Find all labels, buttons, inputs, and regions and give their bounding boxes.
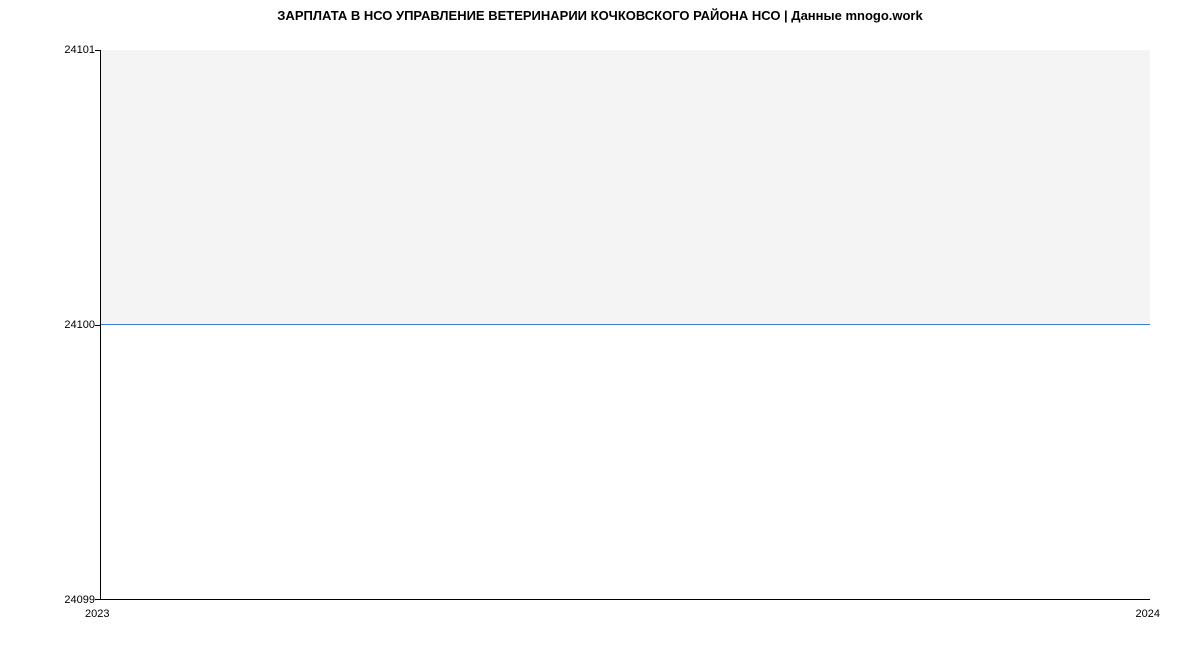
y-tick-label: 24099 [64, 594, 95, 606]
y-tick-label: 24100 [64, 319, 95, 331]
y-tick-mark [95, 50, 100, 51]
plot-bg-upper [101, 50, 1150, 325]
x-tick-label: 2023 [85, 608, 109, 620]
y-tick-mark [95, 599, 100, 600]
y-tick-mark [95, 325, 100, 326]
chart-title: ЗАРПЛАТА В НСО УПРАВЛЕНИЕ ВЕТЕРИНАРИИ КО… [0, 8, 1200, 23]
plot-area [100, 50, 1150, 600]
plot-bg-lower [101, 325, 1150, 600]
data-line [101, 324, 1150, 325]
y-tick-label: 24101 [64, 44, 95, 56]
x-tick-label: 2024 [1136, 608, 1160, 620]
